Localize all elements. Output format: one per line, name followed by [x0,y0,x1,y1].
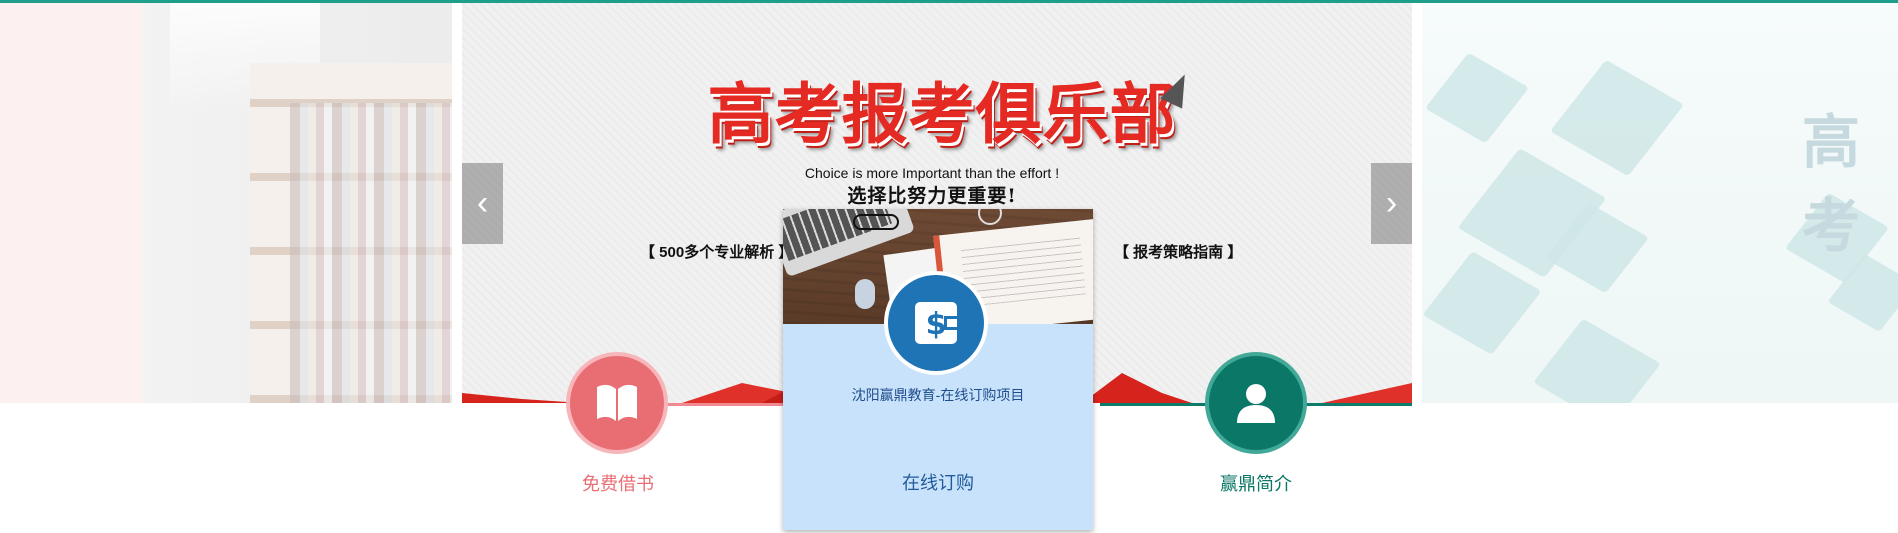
online-order-card[interactable]: $ 沈阳赢鼎教育-在线订购项目 在线订购 [783,209,1093,530]
banner-title: 高考报考俱乐部 [707,76,1177,153]
banner-tag-strategy: 【 报考策略指南 】 [1114,244,1243,261]
mouse-image [855,279,875,309]
slide-next-title: 高考 [1802,110,1863,259]
svg-text:$: $ [926,307,947,342]
nav-free-books-button[interactable] [570,356,664,450]
banner-subtitle-en: Choice is more Important than the effort… [804,165,1060,181]
book-icon [597,384,637,421]
slide-previous[interactable] [0,3,452,403]
cube-shape [1533,318,1661,403]
carousel-next-button[interactable]: › [1371,163,1412,244]
cube-shape [1550,59,1684,177]
slide-previous-overlay [0,3,452,403]
dollar-icon: $ [915,302,957,344]
online-order-label[interactable]: 在线订购 [783,469,1093,495]
carousel-prev-button[interactable]: ‹ [462,163,503,244]
nav-about-button[interactable] [1209,356,1303,450]
online-order-description: 沈阳赢鼎教育-在线订购项目 [851,387,1025,403]
online-order-button-icon[interactable]: $ [888,275,984,371]
chevron-right-icon: › [1385,184,1398,222]
book-text-lines [960,234,1087,307]
nav-free-books-label[interactable]: 免费借书 [548,470,688,496]
banner-tag-majors: 【 500多个专业解析 】 [640,244,794,261]
user-icon [1237,384,1275,423]
glasses-image [853,214,899,230]
nav-about-label[interactable]: 赢鼎简介 [1186,470,1326,496]
chevron-left-icon: ‹ [476,184,489,222]
cube-shape [1424,52,1530,144]
cube-shape [1422,251,1542,355]
slide-next[interactable]: 高考 [1422,3,1898,403]
banner-subtitle-zh: 选择比努力更重要! [847,185,1017,207]
